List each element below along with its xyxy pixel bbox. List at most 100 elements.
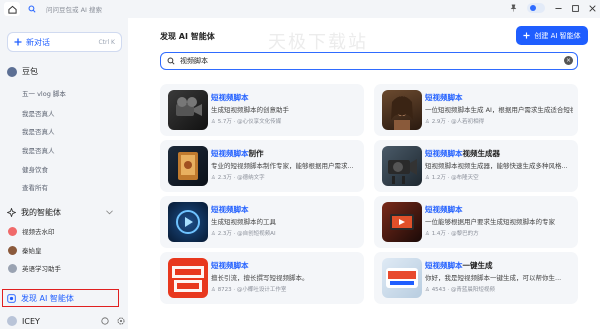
settings-icon[interactable] bbox=[117, 317, 125, 325]
agent-card[interactable]: 短视频脚本视频生成器 短视频脚本视频生成器，能够快速生成多种风格... ♙ 1.… bbox=[374, 140, 578, 192]
agent-card[interactable]: 短视频脚本 生成短视频脚本的工具 ♙ 2.3万 · @自创短视频AI bbox=[160, 196, 364, 248]
card-title-highlight: 短视频脚本 bbox=[425, 93, 463, 102]
card-description: 一位短视频脚本生成 AI，根据用户需求生成适合短视... bbox=[425, 106, 573, 114]
card-title-highlight: 短视频脚本 bbox=[211, 261, 249, 270]
card-title-highlight: 短视频脚本 bbox=[211, 93, 249, 102]
card-title-rest: 一键生成 bbox=[462, 261, 493, 270]
card-description: 你好，我是短视频脚本一键生成，可以帮你生... bbox=[425, 274, 562, 282]
agent-item[interactable]: 视频去水印 bbox=[8, 226, 55, 236]
my-agents-header[interactable]: 我的智能体 bbox=[7, 207, 113, 218]
agent-card[interactable]: 短视频脚本制作 专业的短视频脚本制作专家，能够根据用户需求... ♙ 2.3万 … bbox=[160, 140, 364, 192]
user-avatar[interactable] bbox=[7, 316, 17, 326]
card-thumbnail bbox=[382, 90, 422, 130]
watermark: 天极下载站 bbox=[268, 32, 368, 53]
discover-agents-nav[interactable]: 发现 AI 智能体 bbox=[2, 289, 119, 307]
home-button[interactable] bbox=[4, 2, 20, 16]
card-meta-text: 2.3万 · @德纳文字 bbox=[217, 175, 265, 181]
history-item[interactable]: 五一 vlog 脚本 bbox=[22, 88, 66, 98]
close-icon[interactable] bbox=[589, 4, 596, 12]
agent-item[interactable]: 英语学习助手 bbox=[8, 263, 61, 273]
new-chat-label: 新对话 bbox=[26, 37, 50, 47]
card-meta: ♙ 8723 · @小椰吐设计工作室 bbox=[211, 287, 287, 293]
card-title: 短视频脚本 bbox=[211, 204, 249, 215]
new-chat-shortcut: Ctrl K bbox=[98, 38, 115, 46]
card-meta-text: 4543 · @青蓝晨阳短视频 bbox=[431, 287, 495, 293]
card-description: 擅长引流，擅长撰写短视频脚本。 bbox=[211, 274, 309, 282]
create-agent-label: 创建 AI 智能体 bbox=[534, 31, 581, 40]
card-meta: ♙ 4543 · @青蓝晨阳短视频 bbox=[425, 287, 495, 293]
agent-search-input[interactable]: 视频脚本 × bbox=[160, 52, 578, 70]
card-meta-text: 8723 · @小椰吐设计工作室 bbox=[217, 287, 287, 293]
agent-avatar bbox=[8, 263, 17, 273]
agent-avatar bbox=[8, 245, 17, 255]
history-item[interactable]: 我是否真人 bbox=[22, 108, 55, 118]
card-description: 一位能够根据用户要求生成短视频脚本的专家 bbox=[425, 218, 555, 226]
card-meta-text: 1.2万 · @布隆天空 bbox=[431, 175, 479, 181]
history-item[interactable]: 健身饮食 bbox=[22, 164, 48, 174]
card-meta: ♙ 5.7万 · @心仪享文化传媒 bbox=[211, 119, 282, 125]
card-title: 短视频脚本 bbox=[425, 204, 463, 215]
card-thumbnail bbox=[168, 90, 208, 130]
card-title-highlight: 短视频脚本 bbox=[425, 149, 463, 158]
bot-doubao[interactable]: 豆包 bbox=[7, 66, 38, 77]
card-meta: ♙ 2.9万 · @人若初相得 bbox=[425, 119, 485, 125]
title-bar: 问问豆包或 AI 搜索 bbox=[0, 0, 600, 18]
card-thumbnail bbox=[168, 146, 208, 186]
card-meta-text: 2.3万 · @自创短视频AI bbox=[217, 231, 276, 237]
plus-icon bbox=[14, 38, 22, 46]
agent-card[interactable]: 短视频脚本一键生成 你好，我是短视频脚本一键生成，可以帮你生... ♙ 4543… bbox=[374, 252, 578, 304]
plus-icon bbox=[523, 32, 530, 39]
create-agent-button[interactable]: 创建 AI 智能体 bbox=[516, 26, 588, 45]
card-thumbnail bbox=[168, 258, 208, 298]
clear-search-icon[interactable]: × bbox=[564, 56, 573, 65]
maximize-icon[interactable] bbox=[572, 4, 579, 12]
titlebar-search-placeholder: 问问豆包或 AI 搜索 bbox=[46, 6, 102, 14]
card-meta: ♙ 2.3万 · @德纳文字 bbox=[211, 175, 265, 181]
page-title: 发现 AI 智能体 bbox=[160, 32, 215, 41]
card-description: 短视频脚本视频生成器，能够快速生成多种风格... bbox=[425, 162, 568, 170]
search-value: 视频脚本 bbox=[180, 57, 208, 65]
card-description: 生成短视频脚本的工具 bbox=[211, 218, 276, 226]
agent-card[interactable]: 短视频脚本 生成短视频脚本的创意助手 ♙ 5.7万 · @心仪享文化传媒 bbox=[160, 84, 364, 136]
card-title: 短视频脚本视频生成器 bbox=[425, 148, 500, 159]
history-item[interactable]: 我是否真人 bbox=[22, 145, 55, 155]
new-chat-button[interactable]: 新对话 Ctrl K bbox=[7, 32, 122, 52]
pin-icon[interactable] bbox=[510, 4, 517, 12]
view-all-link[interactable]: 查看所有 bbox=[22, 182, 48, 192]
sidebar: 新对话 Ctrl K 豆包 五一 vlog 脚本 我是否真人 我是否真人 我是否… bbox=[0, 18, 128, 329]
discover-label: 发现 AI 智能体 bbox=[21, 293, 74, 303]
message-icon[interactable] bbox=[101, 317, 109, 325]
card-meta-text: 5.7万 · @心仪享文化传媒 bbox=[217, 119, 282, 125]
user-name: ICEY bbox=[22, 316, 40, 326]
card-meta-text: 1.4万 · @黎巴的方 bbox=[431, 231, 479, 237]
card-meta: ♙ 1.4万 · @黎巴的方 bbox=[425, 231, 479, 237]
account-avatar[interactable] bbox=[527, 3, 545, 13]
discover-icon bbox=[7, 293, 16, 303]
agent-card[interactable]: 短视频脚本 擅长引流，擅长撰写短视频脚本。 ♙ 8723 · @小椰吐设计工作室 bbox=[160, 252, 364, 304]
card-thumbnail bbox=[382, 202, 422, 242]
card-title: 短视频脚本 bbox=[425, 92, 463, 103]
card-title: 短视频脚本 bbox=[211, 92, 249, 103]
agent-card[interactable]: 短视频脚本 一位能够根据用户要求生成短视频脚本的专家 ♙ 1.4万 · @黎巴的… bbox=[374, 196, 578, 248]
card-title: 短视频脚本制作 bbox=[211, 148, 264, 159]
card-description: 生成短视频脚本的创意助手 bbox=[211, 106, 289, 114]
card-description: 专业的短视频脚本制作专家，能够根据用户需求... bbox=[211, 162, 354, 170]
search-icon bbox=[167, 57, 175, 65]
titlebar-search[interactable]: 问问豆包或 AI 搜索 bbox=[28, 3, 258, 15]
card-title-highlight: 短视频脚本 bbox=[211, 205, 249, 214]
doubao-avatar bbox=[7, 66, 17, 77]
card-thumbnail bbox=[168, 202, 208, 242]
agent-item[interactable]: 秦始皇 bbox=[8, 245, 42, 255]
agent-name: 视频去水印 bbox=[22, 228, 55, 236]
agent-name: 秦始皇 bbox=[22, 247, 42, 255]
search-icon bbox=[28, 5, 36, 13]
card-title: 短视频脚本一键生成 bbox=[425, 260, 493, 271]
card-meta-text: 2.9万 · @人若初相得 bbox=[431, 119, 485, 125]
agent-card[interactable]: 短视频脚本 一位短视频脚本生成 AI，根据用户需求生成适合短视... ♙ 2.9… bbox=[374, 84, 578, 136]
history-item[interactable]: 我是否真人 bbox=[22, 126, 55, 136]
minimize-icon[interactable] bbox=[555, 5, 562, 12]
card-title-rest: 视频生成器 bbox=[462, 149, 501, 158]
card-thumbnail bbox=[382, 258, 422, 298]
home-icon bbox=[7, 5, 17, 14]
chevron-down-icon bbox=[106, 210, 113, 215]
